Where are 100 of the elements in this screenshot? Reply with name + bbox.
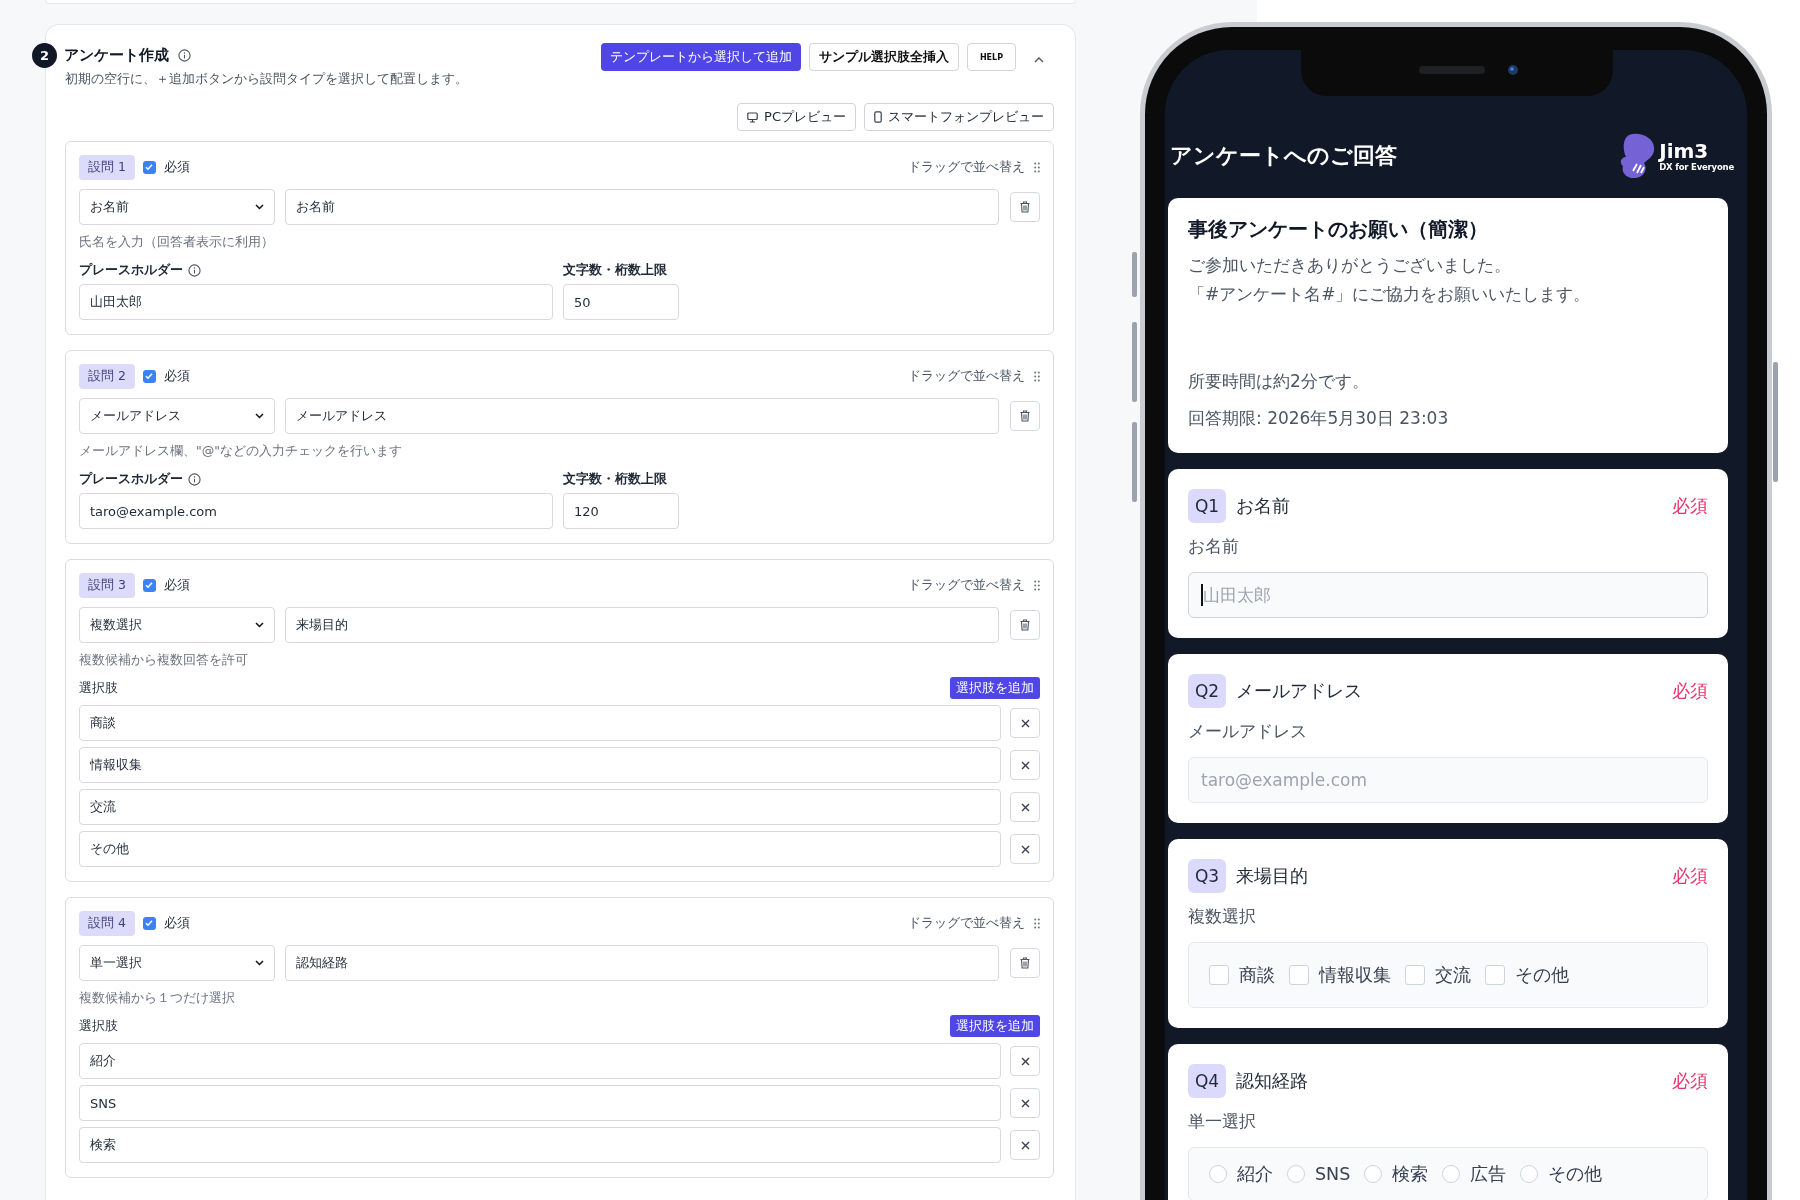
option-field[interactable]: その他 [79, 831, 1001, 867]
duration-text: 所要時間は約2分です。 [1188, 370, 1370, 393]
option-radio[interactable] [1520, 1165, 1539, 1183]
question-title: 来場目的 [1236, 865, 1308, 888]
question-badge: 設問 4 [79, 910, 135, 936]
logo-icon [1619, 133, 1656, 179]
type-hint: メールアドレス欄、"@"などの入力チェックを行います [79, 443, 403, 460]
type-select[interactable]: メールアドレス [79, 398, 275, 434]
option-radio[interactable] [1209, 1165, 1227, 1183]
question-number: Q1 [1188, 489, 1226, 523]
placeholder-field[interactable]: taro@example.com [79, 493, 553, 529]
required-checkbox[interactable] [142, 916, 156, 930]
survey-title: 事後アンケートのお願い（簡潔） [1188, 217, 1489, 243]
question-badge: 設問 1 [79, 154, 135, 180]
required-label: 必須 [163, 914, 190, 932]
option-checkbox[interactable] [1405, 965, 1425, 985]
question-title-field[interactable]: メールアドレス [285, 398, 999, 434]
option-field[interactable]: 交流 [79, 789, 1001, 825]
type-select[interactable]: お名前 [79, 189, 275, 225]
required-checkbox[interactable] [142, 369, 156, 383]
close-icon [1020, 1140, 1030, 1150]
add-option-button[interactable]: 選択肢を追加 [950, 677, 1040, 699]
type-select[interactable]: 複数選択 [79, 607, 275, 643]
drag-handle-icon[interactable] [1034, 917, 1040, 929]
caret-icon [255, 622, 264, 628]
required-label: 必須 [1672, 680, 1708, 703]
required-label: 必須 [163, 158, 190, 176]
drag-handle-icon[interactable] [1034, 161, 1040, 173]
required-checkbox[interactable] [142, 160, 156, 174]
help-button[interactable]: HELP [966, 43, 1016, 71]
option-field[interactable]: 検索 [79, 1127, 1001, 1163]
required-label: 必須 [1672, 1070, 1708, 1093]
options-label: 選択肢 [79, 1017, 118, 1035]
option-field[interactable]: 商談 [79, 705, 1001, 741]
remove-option-button[interactable] [1010, 1088, 1040, 1118]
remove-option-button[interactable] [1010, 834, 1040, 864]
close-icon [1020, 760, 1030, 770]
question-title: メールアドレス [1236, 680, 1362, 703]
info-icon [188, 472, 201, 486]
option-checkbox[interactable] [1209, 965, 1229, 985]
add-option-button[interactable]: 選択肢を追加 [950, 1015, 1040, 1037]
deadline-text: 回答期限: 2026年5月30日 23:03 [1188, 407, 1450, 430]
option-label: 交流 [1435, 964, 1471, 987]
drag-handle-icon[interactable] [1034, 370, 1040, 382]
remove-option-button[interactable] [1010, 792, 1040, 822]
option-radio[interactable] [1442, 1165, 1461, 1183]
question-subtitle: 単一選択 [1188, 1110, 1257, 1133]
step-number: 2 [32, 42, 57, 68]
remove-option-button[interactable] [1010, 708, 1040, 738]
delete-button[interactable] [1010, 192, 1040, 222]
collapse-icon[interactable] [1034, 56, 1044, 63]
question-badge: 設問 3 [79, 572, 135, 598]
drag-hint: ドラッグで並べ替え [908, 158, 1025, 176]
option-field[interactable]: 紹介 [79, 1043, 1001, 1079]
option-label: 検索 [1392, 1163, 1429, 1186]
delete-button[interactable] [1010, 948, 1040, 978]
trash-icon [1020, 410, 1030, 422]
field-label: 文字数・桁数上限 [563, 470, 667, 488]
question-title-field[interactable]: 認知経路 [285, 945, 999, 981]
question-number: Q2 [1188, 674, 1226, 708]
option-checkbox[interactable] [1289, 965, 1309, 985]
smartphone-preview-button[interactable]: スマートフォンプレビュー [864, 103, 1054, 131]
question-title-field[interactable]: 来場目的 [285, 607, 999, 643]
remove-option-button[interactable] [1010, 1046, 1040, 1076]
placeholder-field[interactable]: 山田太郎 [79, 284, 553, 320]
drag-hint: ドラッグで並べ替え [908, 914, 1025, 932]
limit-field[interactable]: 120 [563, 493, 679, 529]
delete-button[interactable] [1010, 401, 1040, 431]
limit-field[interactable]: 50 [563, 284, 679, 320]
required-checkbox[interactable] [142, 578, 156, 592]
option-radio[interactable] [1364, 1165, 1383, 1183]
logo-tagline: DX for Everyone [1659, 162, 1734, 172]
drag-handle-icon[interactable] [1034, 579, 1040, 591]
option-label: 商談 [1239, 964, 1275, 987]
template-add-button[interactable]: テンプレートから選択して追加 [600, 43, 801, 71]
field-label: 文字数・桁数上限 [563, 261, 667, 279]
delete-button[interactable] [1010, 610, 1040, 640]
question-number: Q3 [1188, 859, 1226, 893]
caret-icon [255, 960, 264, 966]
text-cursor [1201, 584, 1203, 606]
question-number: Q4 [1188, 1064, 1226, 1098]
option-radio[interactable] [1287, 1165, 1305, 1183]
required-label: 必須 [1672, 865, 1708, 888]
smartphone-icon [874, 111, 882, 123]
question-title-field[interactable]: お名前 [285, 189, 999, 225]
option-label: SNS [1315, 1164, 1351, 1184]
drag-hint: ドラッグで並べ替え [908, 367, 1025, 385]
close-icon [1020, 718, 1030, 728]
remove-option-button[interactable] [1010, 1130, 1040, 1160]
option-field[interactable]: 情報収集 [79, 747, 1001, 783]
type-select[interactable]: 単一選択 [79, 945, 275, 981]
sample-insert-button[interactable]: サンプル選択肢全挿入 [808, 43, 959, 71]
info-icon [188, 263, 201, 277]
monitor-icon [747, 111, 759, 123]
remove-option-button[interactable] [1010, 750, 1040, 780]
trash-icon [1020, 957, 1030, 969]
option-field[interactable]: SNS [79, 1085, 1001, 1121]
option-checkbox[interactable] [1485, 965, 1505, 985]
pc-preview-button[interactable]: PCプレビュー [737, 103, 856, 131]
type-hint: 氏名を入力（回答者表示に利用） [79, 234, 275, 251]
